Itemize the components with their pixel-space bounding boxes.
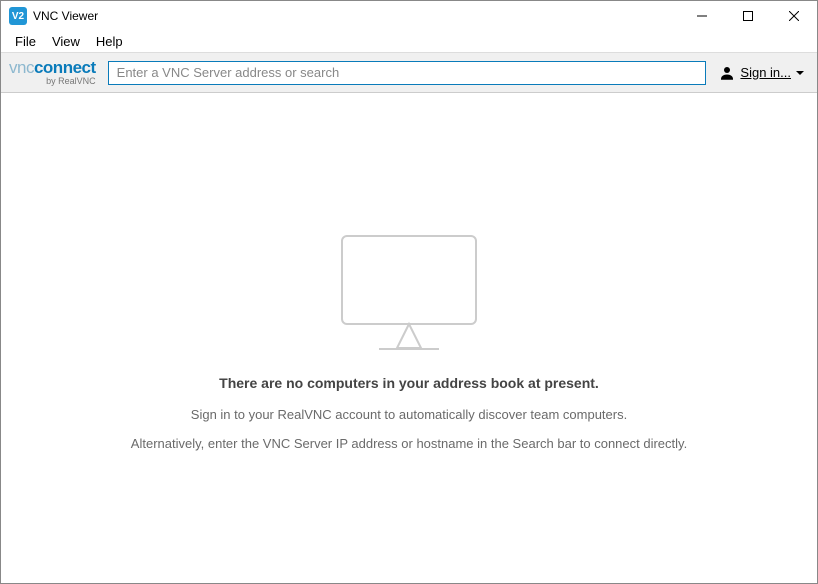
chevron-down-icon <box>795 68 805 78</box>
minimize-button[interactable] <box>679 1 725 31</box>
user-icon <box>718 64 736 82</box>
empty-heading: There are no computers in your address b… <box>219 375 599 391</box>
app-icon: V2 <box>9 7 27 25</box>
menubar: File View Help <box>1 31 817 53</box>
titlebar: V2 VNC Viewer <box>1 1 817 31</box>
search-input[interactable] <box>108 61 707 85</box>
signin-label: Sign in... <box>740 65 791 80</box>
minimize-icon <box>697 11 707 21</box>
window-title: VNC Viewer <box>33 9 98 23</box>
menu-help[interactable]: Help <box>88 32 131 51</box>
brand-text-vnc: vnc <box>9 58 34 77</box>
signin-button[interactable]: Sign in... <box>714 64 809 82</box>
toolbar: vncconnect by RealVNC Sign in... <box>1 53 817 93</box>
maximize-icon <box>743 11 753 21</box>
maximize-button[interactable] <box>725 1 771 31</box>
brand-logo: vncconnect by RealVNC <box>9 59 96 86</box>
main-content: There are no computers in your address b… <box>1 93 817 583</box>
empty-text-2: Alternatively, enter the VNC Server IP a… <box>131 436 687 451</box>
menu-view[interactable]: View <box>44 32 88 51</box>
brand-subtext: by RealVNC <box>46 77 96 86</box>
brand-text-connect: connect <box>34 58 96 77</box>
empty-text-1: Sign in to your RealVNC account to autom… <box>191 407 627 422</box>
close-icon <box>789 11 799 21</box>
monitor-icon <box>339 233 479 353</box>
menu-file[interactable]: File <box>7 32 44 51</box>
window-controls <box>679 1 817 31</box>
close-button[interactable] <box>771 1 817 31</box>
